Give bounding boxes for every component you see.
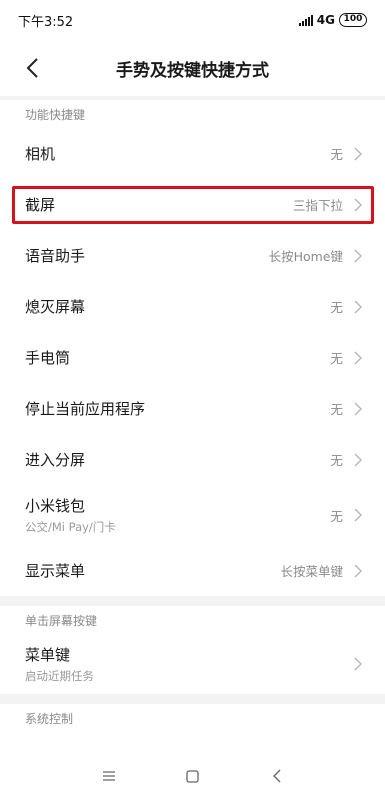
section-divider bbox=[0, 596, 385, 606]
setting-row-camera[interactable]: 相机 无 bbox=[0, 128, 385, 179]
chevron-right-icon bbox=[354, 402, 362, 415]
page-title: 手势及按键快捷方式 bbox=[116, 60, 269, 81]
setting-row-mi-wallet[interactable]: 小米钱包 公交/Mi Pay/门卡 无 bbox=[0, 485, 385, 545]
row-value: 无 bbox=[330, 351, 343, 366]
row-subtitle: 启动近期任务 bbox=[25, 669, 94, 683]
page-header: 手势及按键快捷方式 bbox=[0, 40, 385, 96]
triangle-back-icon bbox=[272, 769, 280, 783]
chevron-right-icon bbox=[354, 198, 362, 211]
chevron-right-icon bbox=[354, 508, 362, 522]
row-label: 手电筒 bbox=[25, 349, 71, 367]
row-value: 无 bbox=[330, 147, 343, 162]
back-button[interactable] bbox=[18, 54, 46, 82]
chevron-right-icon bbox=[354, 564, 362, 577]
signal-icon bbox=[298, 14, 313, 26]
row-value: 无 bbox=[330, 300, 343, 315]
row-value: 长按Home键 bbox=[268, 249, 343, 264]
row-label: 熄灭屏幕 bbox=[25, 298, 86, 316]
row-label: 语音助手 bbox=[25, 247, 86, 265]
setting-row-screenshot[interactable]: 截屏 三指下拉 bbox=[0, 179, 385, 230]
battery-icon: 100 bbox=[339, 13, 367, 27]
row-value: 无 bbox=[330, 402, 343, 417]
setting-row-flashlight[interactable]: 手电筒 无 bbox=[0, 332, 385, 383]
section-title-system-control: 系统控制 bbox=[25, 711, 74, 726]
settings-list: 功能快捷键 相机 无 截屏 三指下拉 语音助手 长按Home键 熄灭屏幕 无 手… bbox=[0, 96, 385, 732]
navigation-bar bbox=[0, 752, 385, 800]
section-divider bbox=[0, 694, 385, 704]
nav-back-button[interactable] bbox=[265, 764, 289, 788]
section-title-screen-keys: 单击屏幕按键 bbox=[25, 613, 98, 628]
row-subtitle: 公交/Mi Pay/门卡 bbox=[25, 520, 116, 534]
row-label: 小米钱包 bbox=[25, 497, 86, 515]
row-value: 三指下拉 bbox=[292, 198, 343, 213]
row-label: 菜单键 bbox=[25, 646, 71, 664]
setting-row-menu-key[interactable]: 菜单键 启动近期任务 bbox=[0, 634, 385, 694]
chevron-right-icon bbox=[354, 147, 362, 160]
status-time: 下午3:52 bbox=[18, 14, 74, 30]
square-icon bbox=[186, 769, 199, 783]
nav-home-button[interactable] bbox=[181, 764, 205, 788]
chevron-right-icon bbox=[354, 453, 362, 466]
row-label: 相机 bbox=[25, 145, 56, 163]
chevron-left-icon bbox=[26, 58, 38, 78]
row-label: 截屏 bbox=[25, 196, 56, 214]
status-icons: 4G 100 bbox=[298, 13, 367, 27]
row-value: 无 bbox=[330, 508, 343, 524]
row-label: 停止当前应用程序 bbox=[25, 400, 146, 418]
chevron-right-icon bbox=[354, 249, 362, 262]
row-value: 无 bbox=[330, 453, 343, 468]
row-label: 进入分屏 bbox=[25, 451, 86, 469]
menu-icon bbox=[102, 771, 115, 781]
nav-menu-button[interactable] bbox=[97, 764, 121, 788]
chevron-right-icon bbox=[354, 657, 362, 671]
setting-row-screen-off[interactable]: 熄灭屏幕 无 bbox=[0, 281, 385, 332]
chevron-right-icon bbox=[354, 300, 362, 313]
row-value: 长按菜单键 bbox=[280, 564, 343, 579]
chevron-right-icon bbox=[354, 351, 362, 364]
section-title-shortcuts: 功能快捷键 bbox=[25, 107, 86, 122]
setting-row-stop-app[interactable]: 停止当前应用程序 无 bbox=[0, 383, 385, 434]
row-label: 显示菜单 bbox=[25, 562, 86, 580]
status-bar: 下午3:52 4G 100 bbox=[0, 0, 385, 40]
setting-row-show-menu[interactable]: 显示菜单 长按菜单键 bbox=[0, 545, 385, 596]
network-type: 4G bbox=[316, 13, 335, 27]
setting-row-split-screen[interactable]: 进入分屏 无 bbox=[0, 434, 385, 485]
setting-row-voice-assistant[interactable]: 语音助手 长按Home键 bbox=[0, 230, 385, 281]
